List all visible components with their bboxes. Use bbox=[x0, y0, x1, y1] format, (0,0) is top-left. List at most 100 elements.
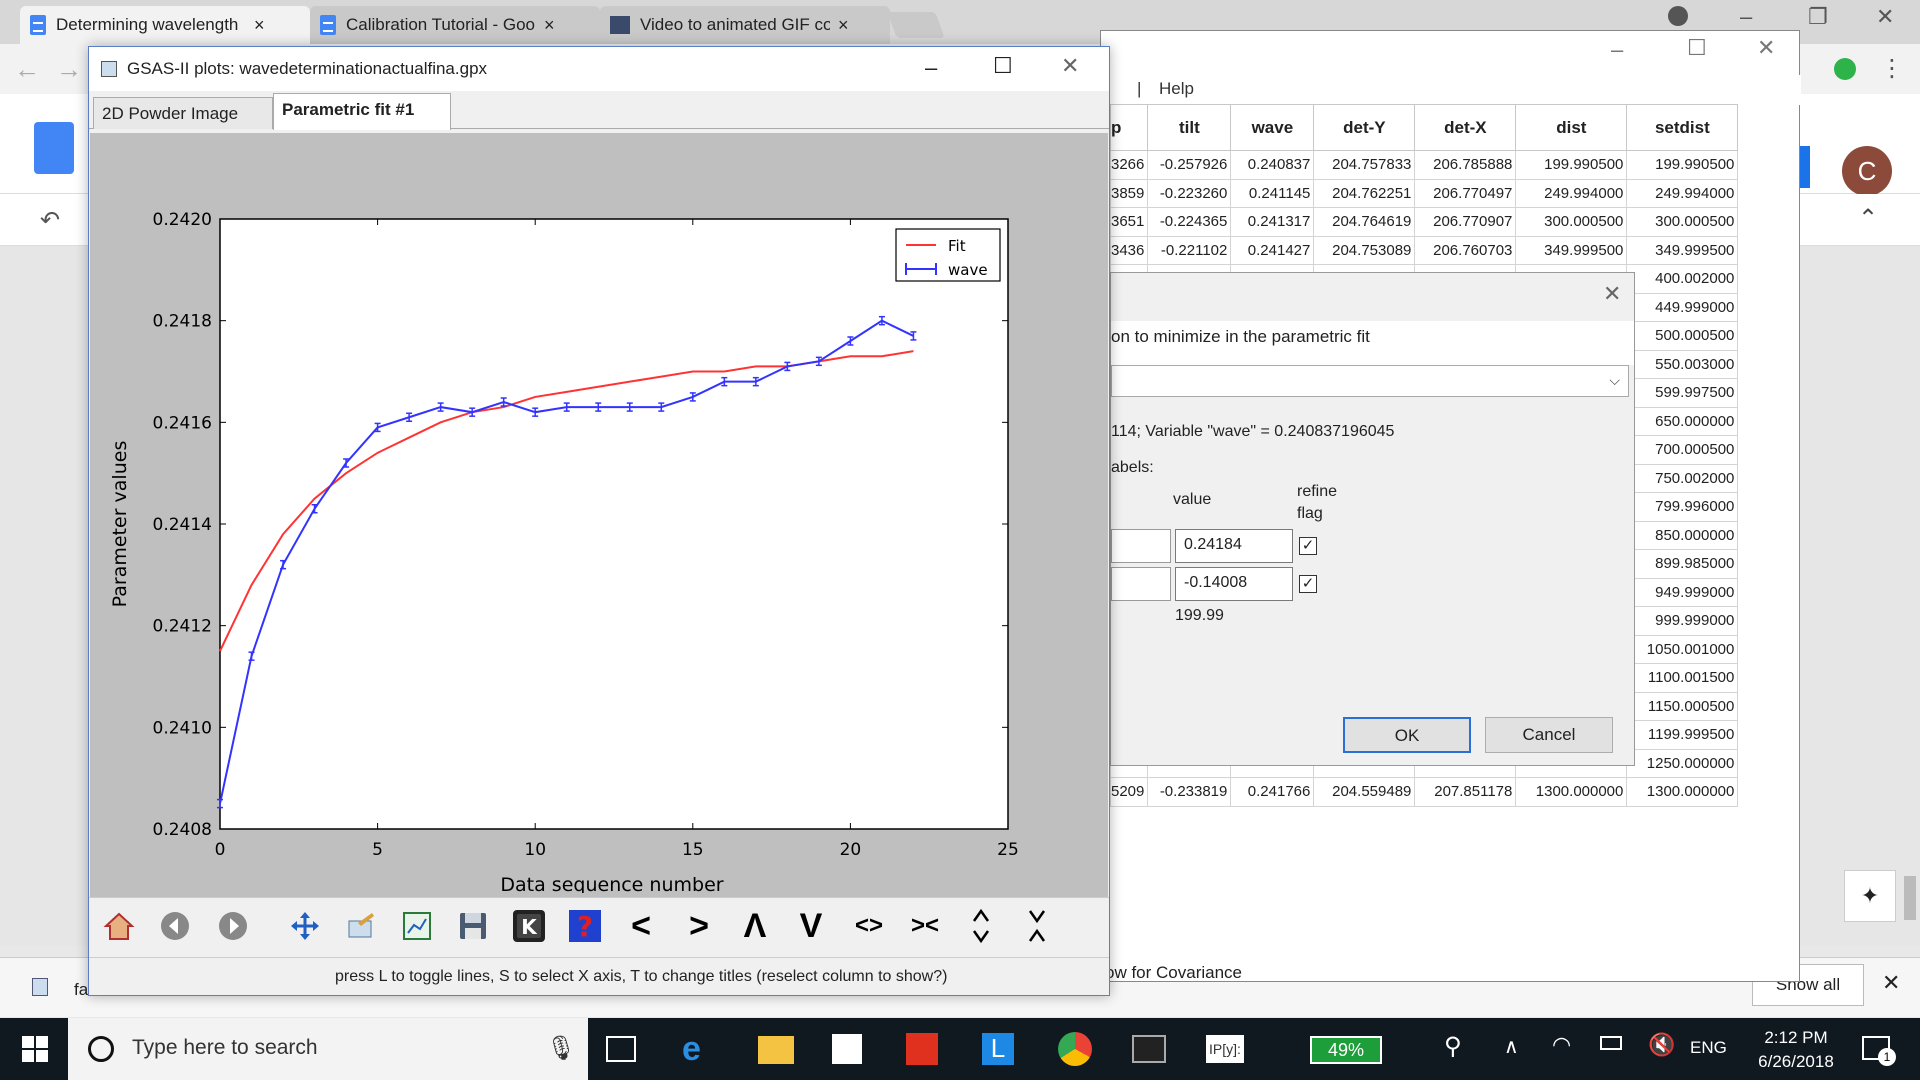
table-cell[interactable]: 999.999000 bbox=[1626, 606, 1739, 636]
param-value-field[interactable]: 0.24184 bbox=[1175, 529, 1293, 563]
table-cell[interactable]: 400.002000 bbox=[1626, 264, 1739, 294]
browser-tab-determining[interactable]: Determining wavelength × bbox=[20, 6, 310, 44]
taskbar-search[interactable]: Type here to search 🎙 bbox=[68, 1018, 588, 1080]
param-name-field[interactable] bbox=[1111, 567, 1171, 601]
table-cell[interactable]: 1100.001500 bbox=[1626, 663, 1739, 693]
table-cell[interactable]: 899.985000 bbox=[1626, 549, 1739, 579]
battery-icon[interactable] bbox=[1600, 1036, 1622, 1050]
clock[interactable]: 2:12 PM 6/26/2018 bbox=[1746, 1026, 1846, 1074]
cancel-button[interactable]: Cancel bbox=[1485, 717, 1613, 753]
table-cell[interactable]: 1199.999500 bbox=[1626, 720, 1739, 750]
column-header[interactable]: setdist bbox=[1626, 104, 1739, 151]
table-cell[interactable]: 349.999500 bbox=[1626, 235, 1739, 265]
close-icon[interactable]: ✕ bbox=[1061, 53, 1079, 79]
close-tab-icon[interactable]: × bbox=[254, 15, 265, 36]
chevron-up-icon[interactable]: ∧ bbox=[1504, 1034, 1519, 1059]
table-cell[interactable]: 750.002000 bbox=[1626, 463, 1739, 493]
back-arrow-icon[interactable] bbox=[153, 904, 197, 948]
expand-y-icon[interactable] bbox=[959, 904, 1003, 948]
close-tab-icon[interactable]: × bbox=[838, 15, 849, 36]
table-cell[interactable]: 449.999000 bbox=[1626, 292, 1739, 322]
table-cell[interactable]: 0.240837 bbox=[1230, 150, 1315, 180]
forward-icon[interactable]: → bbox=[56, 54, 82, 85]
table-cell[interactable]: 1050.001000 bbox=[1626, 634, 1739, 664]
table-cell[interactable]: -0.223260 bbox=[1147, 178, 1232, 208]
table-cell[interactable]: 300.000500 bbox=[1626, 207, 1739, 237]
column-header[interactable]: p bbox=[1109, 104, 1149, 151]
ipython-icon[interactable]: IP[y]: bbox=[1206, 1035, 1244, 1063]
table-cell[interactable]: 5209 bbox=[1109, 777, 1149, 807]
table-cell[interactable]: 850.000000 bbox=[1626, 520, 1739, 550]
minimize-icon[interactable]: – bbox=[925, 55, 937, 81]
scrollbar[interactable] bbox=[1904, 876, 1916, 920]
table-cell[interactable]: 204.559489 bbox=[1313, 777, 1416, 807]
shift-down-icon[interactable]: V bbox=[789, 904, 833, 948]
menu-help[interactable]: Help bbox=[1159, 79, 1194, 99]
contract-x-icon[interactable]: >< bbox=[903, 904, 947, 948]
pan-icon[interactable] bbox=[283, 904, 327, 948]
table-cell[interactable]: 349.999500 bbox=[1515, 235, 1628, 265]
app-red-icon[interactable] bbox=[906, 1033, 938, 1065]
notification-icon[interactable]: 1 bbox=[1862, 1036, 1896, 1066]
home-icon[interactable] bbox=[97, 904, 141, 948]
table-cell[interactable]: 500.000500 bbox=[1626, 321, 1739, 351]
table-cell[interactable]: 199.990500 bbox=[1626, 150, 1739, 180]
table-cell[interactable]: 300.000500 bbox=[1515, 207, 1628, 237]
close-tab-icon[interactable]: × bbox=[544, 15, 555, 36]
table-cell[interactable]: 0.241427 bbox=[1230, 235, 1315, 265]
param-name-field[interactable] bbox=[1111, 529, 1171, 563]
table-cell[interactable]: 3651 bbox=[1109, 207, 1149, 237]
refine-checkbox[interactable]: ✓ bbox=[1299, 575, 1317, 593]
table-cell[interactable]: 700.000500 bbox=[1626, 435, 1739, 465]
ok-button[interactable]: OK bbox=[1343, 717, 1471, 753]
volume-muted-icon[interactable]: 🔇 bbox=[1648, 1032, 1675, 1058]
table-cell[interactable]: -0.221102 bbox=[1147, 235, 1232, 265]
battery-indicator[interactable]: 49% bbox=[1310, 1036, 1382, 1064]
table-cell[interactable]: 1300.000000 bbox=[1626, 777, 1739, 807]
table-cell[interactable]: 199.990500 bbox=[1515, 150, 1628, 180]
terminal-icon[interactable] bbox=[1132, 1035, 1166, 1063]
table-cell[interactable]: 1250.000000 bbox=[1626, 748, 1739, 778]
configure-icon[interactable] bbox=[339, 904, 383, 948]
table-cell[interactable]: 204.762251 bbox=[1313, 178, 1416, 208]
edge-icon[interactable]: e bbox=[682, 1030, 718, 1068]
shift-up-icon[interactable]: Λ bbox=[733, 904, 777, 948]
table-cell[interactable]: 599.997500 bbox=[1626, 378, 1739, 408]
shift-left-icon[interactable]: < bbox=[619, 904, 663, 948]
browser-tab-calibration[interactable]: Calibration Tutorial - Goo × bbox=[310, 6, 600, 44]
app-l-icon[interactable]: L bbox=[982, 1033, 1014, 1065]
save-icon[interactable] bbox=[451, 904, 495, 948]
function-select[interactable]: ⌵ bbox=[1111, 365, 1629, 397]
table-row[interactable]: 3266 -0.257926 0.240837 204.757833 206.78588… bbox=[1109, 150, 1739, 180]
table-cell[interactable]: 249.994000 bbox=[1515, 178, 1628, 208]
table-row[interactable]: 5209 -0.233819 0.241766 204.559489 207.85117… bbox=[1109, 777, 1739, 807]
language-indicator[interactable]: ENG bbox=[1690, 1038, 1727, 1058]
table-cell[interactable]: 3859 bbox=[1109, 178, 1149, 208]
chrome-icon[interactable] bbox=[1058, 1032, 1092, 1066]
table-cell[interactable]: 0.241317 bbox=[1230, 207, 1315, 237]
table-cell[interactable]: 249.994000 bbox=[1626, 178, 1739, 208]
help-icon[interactable]: ? bbox=[563, 904, 607, 948]
maximize-icon[interactable]: ☐ bbox=[1687, 35, 1707, 61]
people-icon[interactable]: ⚲ bbox=[1444, 1032, 1462, 1061]
microphone-icon[interactable]: 🎙 bbox=[546, 1034, 576, 1063]
wifi-icon[interactable]: ◠ bbox=[1552, 1032, 1571, 1058]
windows-start-icon[interactable] bbox=[22, 1036, 48, 1062]
table-cell[interactable]: 206.770497 bbox=[1414, 178, 1517, 208]
table-cell[interactable]: -0.224365 bbox=[1147, 207, 1232, 237]
file-explorer-icon[interactable] bbox=[758, 1036, 794, 1064]
undo-icon[interactable]: ↶ bbox=[40, 206, 60, 235]
table-cell[interactable]: -0.257926 bbox=[1147, 150, 1232, 180]
table-cell[interactable]: 206.760703 bbox=[1414, 235, 1517, 265]
table-cell[interactable]: 949.999000 bbox=[1626, 577, 1739, 607]
table-cell[interactable]: 1150.000500 bbox=[1626, 691, 1739, 721]
task-view-icon[interactable] bbox=[606, 1036, 636, 1062]
table-cell[interactable]: 0.241766 bbox=[1230, 777, 1315, 807]
back-icon[interactable]: ← bbox=[14, 54, 40, 85]
table-cell[interactable]: 650.000000 bbox=[1626, 406, 1739, 436]
subplots-icon[interactable] bbox=[395, 904, 439, 948]
covariance-label[interactable]: ow for Covariance bbox=[1105, 963, 1242, 983]
explore-icon[interactable]: ✦ bbox=[1844, 870, 1896, 922]
browser-tab-gif[interactable]: Video to animated GIF co × bbox=[600, 6, 890, 44]
table-cell[interactable]: 204.753089 bbox=[1313, 235, 1416, 265]
